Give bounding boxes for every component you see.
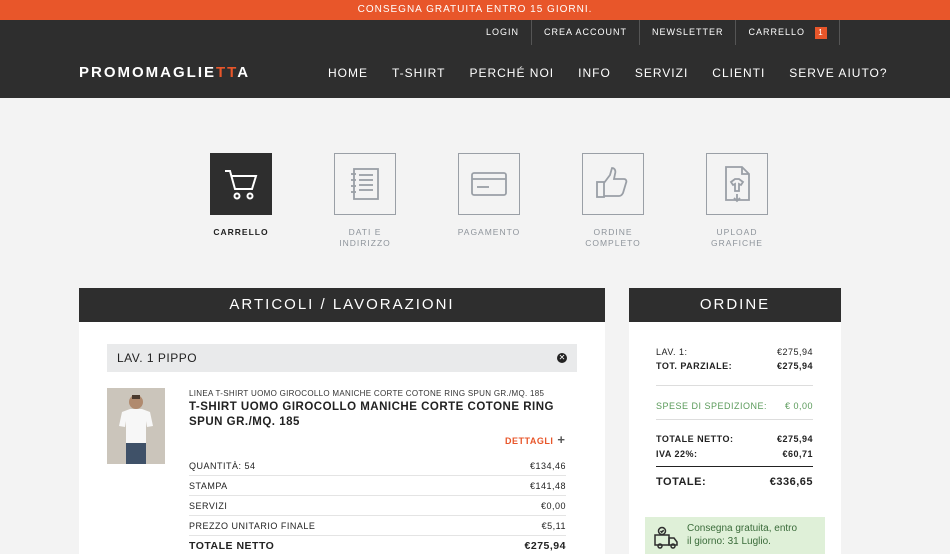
carrello-label: CARRELLO [748,27,805,37]
login-link[interactable]: LOGIN [474,20,532,45]
order-netto-value: €275,94 [776,434,813,444]
nav-servizi[interactable]: SERVIZI [635,66,688,80]
step-dati-box [334,153,396,215]
product-subtitle: LINEA T-SHIRT UOMO GIROCOLLO MANICHE COR… [189,389,545,398]
nav-perche-noi[interactable]: PERCHÉ NOI [469,66,554,80]
checkout-steps: CARRELLO DATI E INDIRIZZO PAGAMENTO ORDI… [179,153,799,249]
delivery-line-1: Consegna gratuita, entro [687,523,798,534]
logo-text-end: A [237,64,251,81]
close-icon[interactable]: ✕ [557,353,567,363]
product-title: T-SHIRT UOMO GIROCOLLO MANICHE CORTE COT… [189,401,554,428]
price-row-value: €275,94 [524,540,566,552]
crea-account-link[interactable]: CREA ACCOUNT [532,20,640,45]
step-upload-label: UPLOAD GRAFICHE [711,227,763,248]
promo-banner: CONSEGNA GRATUITA ENTRO 15 GIORNI. [0,0,950,20]
order-iva-value: €60,71 [782,449,813,459]
step-dati-label: DATI E INDIRIZZO [339,227,391,248]
order-panel: ORDINE LAV. 1: €275,94 TOT. PARZIALE: €2… [629,288,841,554]
carrello-link[interactable]: CARRELLO 1 [736,20,840,45]
order-row-netto: TOTALE NETTO: €275,94 [656,420,813,446]
order-row-totale: TOTALE: €336,65 [656,467,813,489]
tshirt-model-icon [107,388,165,464]
price-row-prezzo-unitario: PREZZO UNITARIO FINALE €5,11 [189,516,566,536]
step-carrello-label: CARRELLO [213,227,269,237]
lavorazione-title: LAV. 1 PIPPO [117,351,198,365]
delivery-notice: Consegna gratuita, entro il giorno: 31 L… [645,517,825,554]
price-row-label: QUANTITÀ: 54 [189,461,256,471]
crea-account-label: CREA ACCOUNT [543,27,627,37]
utility-nav: LOGIN CREA ACCOUNT NEWSLETTER CARRELLO 1 [474,20,840,45]
articles-header: ARTICOLI / LAVORAZIONI [79,288,605,322]
upload-file-icon [725,166,750,203]
details-link[interactable]: DETTAGLI + [505,432,565,447]
articles-panel: ARTICOLI / LAVORAZIONI LAV. 1 PIPPO ✕ LI… [79,288,605,554]
nav-info[interactable]: INFO [578,66,611,80]
price-row-stampa: STAMPA €141,48 [189,476,566,496]
delivery-text: Consegna gratuita, entro il giorno: 31 L… [687,522,797,549]
truck-icon [654,526,678,549]
newsletter-link[interactable]: NEWSLETTER [640,20,737,45]
thumbs-up-icon [596,167,628,198]
price-row-value: €0,00 [540,501,566,511]
cart-icon [225,170,258,200]
logo-text-start: PROMOMAGLIE [79,64,216,81]
order-parziale-value: €275,94 [776,361,813,371]
step-carrello-box [210,153,272,215]
order-iva-label: IVA 22%: [656,449,698,459]
nav-home[interactable]: HOME [328,66,368,80]
order-row-parziale: TOT. PARZIALE: €275,94 [656,359,813,386]
step-ordine-label: ORDINE COMPLETO [585,227,641,248]
product-image [107,388,165,464]
plus-icon: + [557,432,566,447]
price-row-label: PREZZO UNITARIO FINALE [189,521,316,531]
step-upload-grafiche[interactable]: UPLOAD GRAFICHE [675,153,799,249]
step-ordine-box [582,153,644,215]
price-row-value: €141,48 [529,481,566,491]
price-row-value: €134,46 [529,461,566,471]
login-label: LOGIN [485,27,519,37]
order-netto-label: TOTALE NETTO: [656,434,734,444]
delivery-line-2: il giorno: 31 Luglio. [687,536,771,547]
step-pagamento-label: PAGAMENTO [457,227,521,237]
details-label: DETTAGLI [505,436,554,446]
step-dati-indirizzo[interactable]: DATI E INDIRIZZO [303,153,427,249]
order-lav-label: LAV. 1: [656,347,688,357]
order-row-spedizione: SPESE DI SPEDIZIONE: € 0,00 [656,386,813,420]
order-row-iva: IVA 22%: €60,71 [656,446,813,467]
step-carrello[interactable]: CARRELLO [179,153,303,249]
newsletter-label: NEWSLETTER [651,27,724,37]
order-summary: LAV. 1: €275,94 TOT. PARZIALE: €275,94 S… [656,345,813,489]
product-price-rows: QUANTITÀ: 54 €134,46 STAMPA €141,48 SERV… [189,456,566,554]
order-header: ORDINE [629,288,841,322]
order-lav-value: €275,94 [776,347,813,357]
order-totale-label: TOTALE: [656,476,707,488]
price-row-servizi: SERVIZI €0,00 [189,496,566,516]
order-totale-value: €336,65 [769,476,813,488]
price-row-label: STAMPA [189,481,228,491]
order-spese-value: € 0,00 [784,401,813,411]
logo-text-accent: TT [216,64,238,81]
step-ordine-completo[interactable]: ORDINE COMPLETO [551,153,675,249]
nav-clienti[interactable]: CLIENTI [712,66,765,80]
credit-card-icon [471,172,507,196]
cart-count-badge: 1 [815,26,827,39]
price-row-totale-netto: TOTALE NETTO €275,94 [189,536,566,554]
step-pagamento[interactable]: PAGAMENTO [427,153,551,249]
price-row-label: TOTALE NETTO [189,540,275,552]
notebook-icon [351,168,379,200]
step-upload-box [706,153,768,215]
step-pagamento-box [458,153,520,215]
order-row-lav: LAV. 1: €275,94 [656,345,813,359]
order-parziale-label: TOT. PARZIALE: [656,361,733,371]
price-row-label: SERVIZI [189,501,228,511]
lavorazione-bar: LAV. 1 PIPPO ✕ [107,344,577,372]
price-row-value: €5,11 [541,521,566,531]
order-spese-label: SPESE DI SPEDIZIONE: [656,401,768,411]
nav-t-shirt[interactable]: T-SHIRT [392,66,445,80]
price-row-quantita: QUANTITÀ: 54 €134,46 [189,456,566,476]
site-logo[interactable]: PROMOMAGLIETTA [79,64,250,81]
site-header: LOGIN CREA ACCOUNT NEWSLETTER CARRELLO 1… [0,20,950,98]
main-nav: HOME T-SHIRT PERCHÉ NOI INFO SERVIZI CLI… [328,66,912,80]
nav-serve-aiuto[interactable]: SERVE AIUTO? [789,66,887,80]
